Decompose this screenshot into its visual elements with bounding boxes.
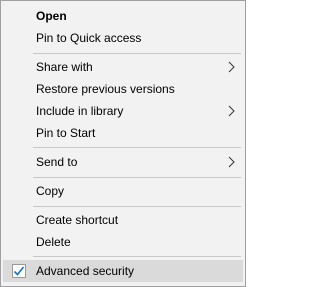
menu-item-create-shortcut[interactable]: Create shortcut <box>3 209 243 231</box>
menu-item-share-with[interactable]: Share with <box>3 56 243 78</box>
menu-item-open[interactable]: Open <box>3 5 243 27</box>
menu-separator <box>33 206 241 207</box>
menu-item-label: Pin to Quick access <box>36 31 142 45</box>
menu-item-pin-to-start[interactable]: Pin to Start <box>3 122 243 144</box>
menu-separator <box>33 256 241 257</box>
chevron-right-icon <box>228 105 235 117</box>
menu-item-label: Delete <box>36 235 71 249</box>
menu-item-label: Advanced security <box>36 264 135 278</box>
menu-item-label: Copy <box>36 184 65 198</box>
menu-item-label: Restore previous versions <box>36 82 175 96</box>
menu-item-send-to[interactable]: Send to <box>3 151 243 173</box>
menu-item-copy[interactable]: Copy <box>3 180 243 202</box>
menu-item-label: Share with <box>36 60 93 74</box>
menu-item-label: Open <box>36 9 67 23</box>
menu-item-pin-to-quick-access[interactable]: Pin to Quick access <box>3 27 243 49</box>
menu-item-label: Pin to Start <box>36 126 96 140</box>
menu-item-include-in-library[interactable]: Include in library <box>3 100 243 122</box>
menu-separator <box>33 177 241 178</box>
context-menu: Open Pin to Quick access Share with Rest… <box>0 0 246 287</box>
chevron-right-icon <box>228 156 235 168</box>
menu-item-delete[interactable]: Delete <box>3 231 243 253</box>
menu-separator <box>33 147 241 148</box>
menu-item-label: Send to <box>36 155 78 169</box>
checkmark-icon <box>12 264 26 278</box>
menu-item-label: Include in library <box>36 104 124 118</box>
menu-item-label: Create shortcut <box>36 213 119 227</box>
menu-item-advanced-security[interactable]: Advanced security <box>3 260 243 282</box>
menu-separator <box>33 53 241 54</box>
menu-item-restore-previous-versions[interactable]: Restore previous versions <box>3 78 243 100</box>
chevron-right-icon <box>228 61 235 73</box>
